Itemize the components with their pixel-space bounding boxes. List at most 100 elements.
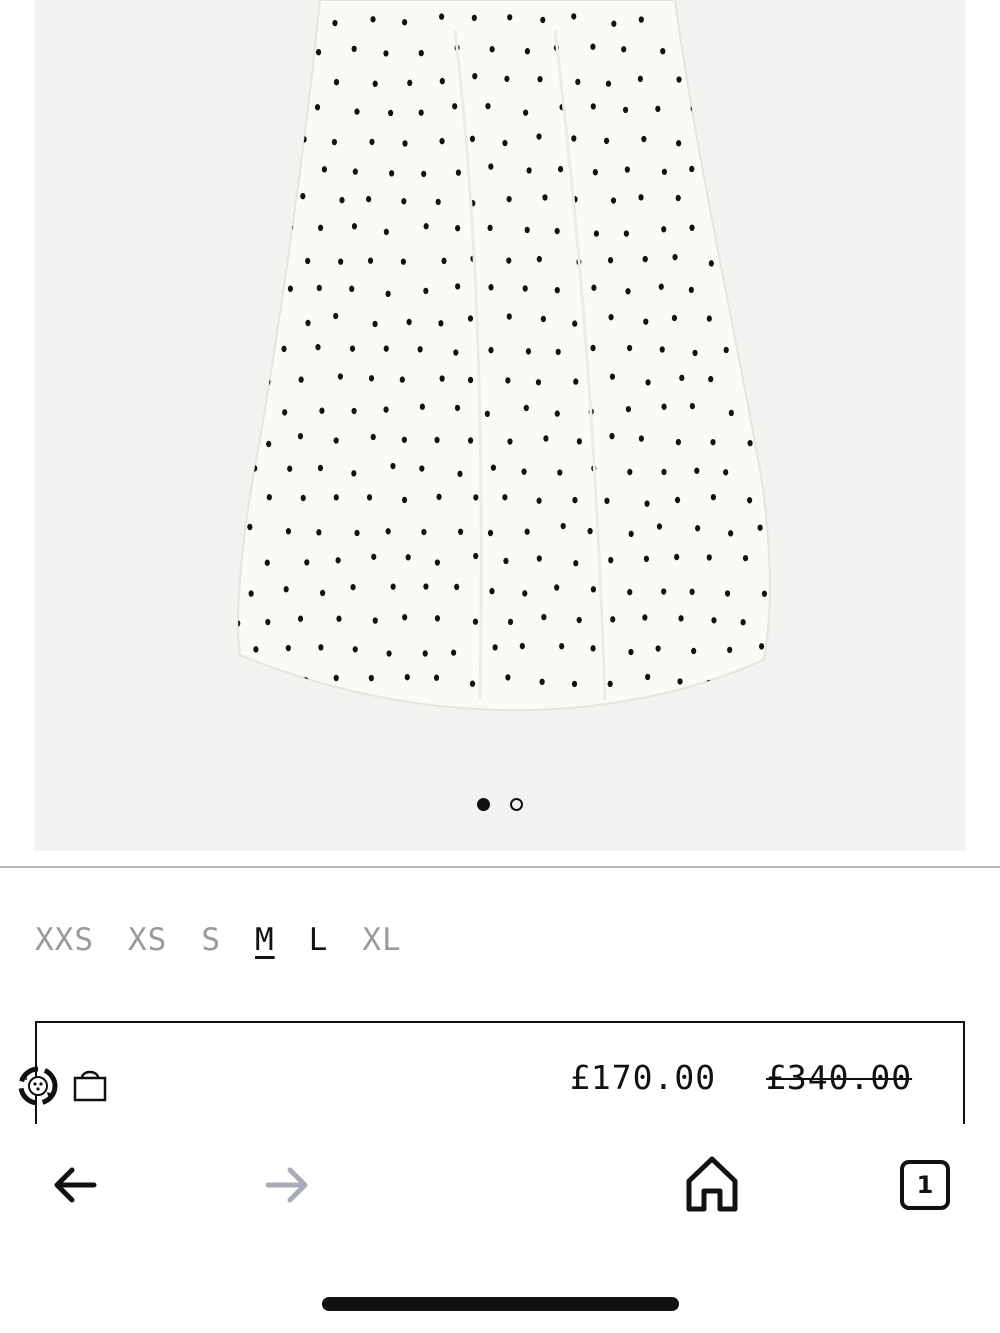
polka-dot xyxy=(689,165,695,173)
polka-dot xyxy=(352,168,358,175)
polka-dot xyxy=(418,49,424,57)
polka-dot xyxy=(318,644,324,651)
polka-dot xyxy=(660,47,666,55)
tabs-icon: 1 xyxy=(900,1160,950,1210)
polka-dot xyxy=(354,108,360,115)
polka-dot xyxy=(661,468,667,476)
polka-dot xyxy=(659,346,665,353)
polka-dot xyxy=(457,470,463,478)
polka-dot xyxy=(265,74,272,82)
polka-dot xyxy=(623,230,629,237)
polka-dot xyxy=(419,403,425,410)
polka-dot xyxy=(758,643,765,650)
polka-dot xyxy=(434,615,441,622)
polka-dot xyxy=(628,648,634,656)
polka-dot xyxy=(778,77,783,83)
tab-count: 1 xyxy=(916,1171,934,1199)
size-option-xxs[interactable]: XXS xyxy=(35,922,94,958)
polka-dot xyxy=(338,258,344,265)
forward-button[interactable] xyxy=(258,1160,318,1210)
polka-dot xyxy=(637,75,643,83)
polka-dot xyxy=(727,646,733,654)
polka-dot xyxy=(643,318,649,325)
polka-dot xyxy=(689,224,695,231)
polka-dot xyxy=(593,230,600,237)
shopping-bag-icon[interactable] xyxy=(72,1068,108,1102)
polka-dot xyxy=(539,678,545,686)
polka-dot xyxy=(525,348,532,355)
polka-dot xyxy=(281,345,287,353)
carousel-dot-1[interactable] xyxy=(477,798,490,811)
back-button[interactable] xyxy=(44,1160,104,1210)
polka-dot xyxy=(253,646,259,653)
polka-dot xyxy=(590,586,597,593)
home-button[interactable] xyxy=(684,1154,740,1214)
polka-dot xyxy=(368,674,374,682)
recycle-badge-icon[interactable] xyxy=(14,1062,62,1110)
tabs-button[interactable]: 1 xyxy=(896,1156,954,1214)
home-indicator[interactable] xyxy=(322,1297,679,1311)
polka-dot xyxy=(728,530,734,537)
polka-dot xyxy=(238,194,241,201)
polka-dot xyxy=(603,137,610,145)
polka-dot xyxy=(349,345,356,352)
polka-dot xyxy=(232,256,237,262)
polka-dot xyxy=(781,616,786,622)
size-option-s[interactable]: S xyxy=(201,922,221,958)
polka-dot xyxy=(490,464,497,471)
product-image[interactable] xyxy=(35,0,965,851)
carousel-dot-2[interactable] xyxy=(510,798,523,811)
polka-dot xyxy=(624,166,630,173)
polka-dot xyxy=(407,79,413,87)
polka-dot xyxy=(710,438,716,446)
polka-dot xyxy=(747,497,753,504)
polka-dot xyxy=(502,139,508,147)
polka-dot xyxy=(554,410,560,417)
polka-dot xyxy=(742,193,748,200)
polka-dot xyxy=(388,109,394,117)
polka-dot xyxy=(402,19,408,26)
polka-dot xyxy=(607,680,613,688)
polka-dot xyxy=(726,282,732,290)
polka-dot xyxy=(604,497,610,505)
polka-dot xyxy=(709,136,716,143)
polka-dot xyxy=(576,616,582,624)
polka-dot xyxy=(592,169,598,176)
polka-dot xyxy=(421,528,427,536)
polka-dot xyxy=(287,465,293,472)
size-option-xs[interactable]: XS xyxy=(128,922,167,958)
polka-dot xyxy=(575,78,581,86)
size-option-xl[interactable]: XL xyxy=(362,922,401,958)
polka-dot xyxy=(266,133,273,141)
polka-dot xyxy=(573,560,579,567)
sale-price: £170.00 xyxy=(570,1058,717,1097)
polka-dot xyxy=(576,438,582,445)
polka-dot xyxy=(625,288,631,295)
polka-dot xyxy=(250,44,256,52)
carousel-indicator[interactable] xyxy=(35,798,965,811)
polka-dot xyxy=(557,165,564,173)
polka-dot xyxy=(503,557,509,565)
size-option-m[interactable]: M xyxy=(255,922,275,958)
polka-dot xyxy=(266,493,272,501)
polka-dot xyxy=(455,283,461,290)
size-option-l[interactable]: L xyxy=(309,922,329,958)
polka-dot xyxy=(778,553,783,559)
polka-dot xyxy=(726,170,732,178)
polka-dot xyxy=(488,346,494,354)
polka-dot xyxy=(679,374,685,382)
polka-dot xyxy=(723,346,729,354)
polka-dot xyxy=(406,318,412,326)
polka-dot xyxy=(488,284,494,291)
polka-dot xyxy=(638,194,644,201)
polka-dot xyxy=(610,616,616,623)
polka-dot xyxy=(351,470,357,477)
polka-dot xyxy=(775,21,780,27)
polka-dot xyxy=(439,375,445,382)
polka-dot xyxy=(781,676,786,682)
polka-dot xyxy=(285,45,291,52)
polka-dot xyxy=(760,49,766,56)
polka-dot xyxy=(778,317,783,323)
polka-dot xyxy=(591,284,597,291)
polka-dot xyxy=(625,405,632,413)
